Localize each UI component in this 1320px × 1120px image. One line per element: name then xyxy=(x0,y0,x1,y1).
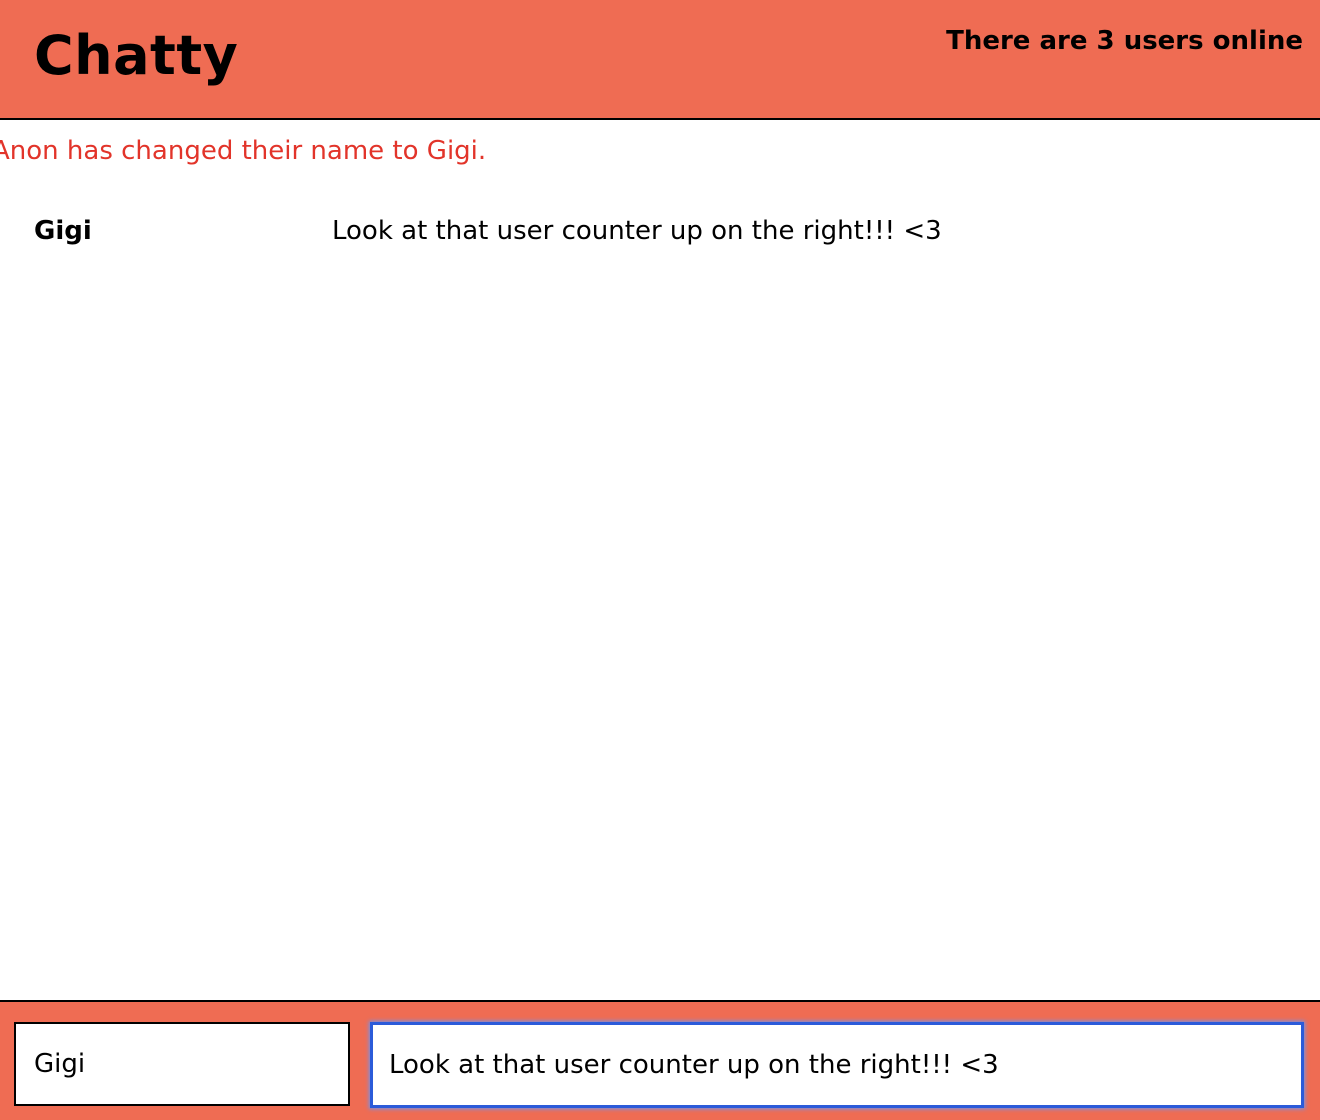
message-list: Anon has changed their name to Gigi. Gig… xyxy=(0,120,1320,1000)
message-input[interactable] xyxy=(370,1022,1304,1108)
message-content: Look at that user counter up on the righ… xyxy=(332,216,942,246)
message-username: Gigi xyxy=(34,216,92,246)
chat-app: Chatty There are 3 users online Anon has… xyxy=(0,0,1320,1120)
chatbar xyxy=(0,1000,1320,1120)
username-input[interactable] xyxy=(14,1022,350,1106)
system-notification: Anon has changed their name to Gigi. xyxy=(0,136,487,166)
app-title: Chatty xyxy=(34,24,239,87)
user-count: There are 3 users online xyxy=(946,26,1303,56)
navbar: Chatty There are 3 users online xyxy=(0,0,1320,120)
